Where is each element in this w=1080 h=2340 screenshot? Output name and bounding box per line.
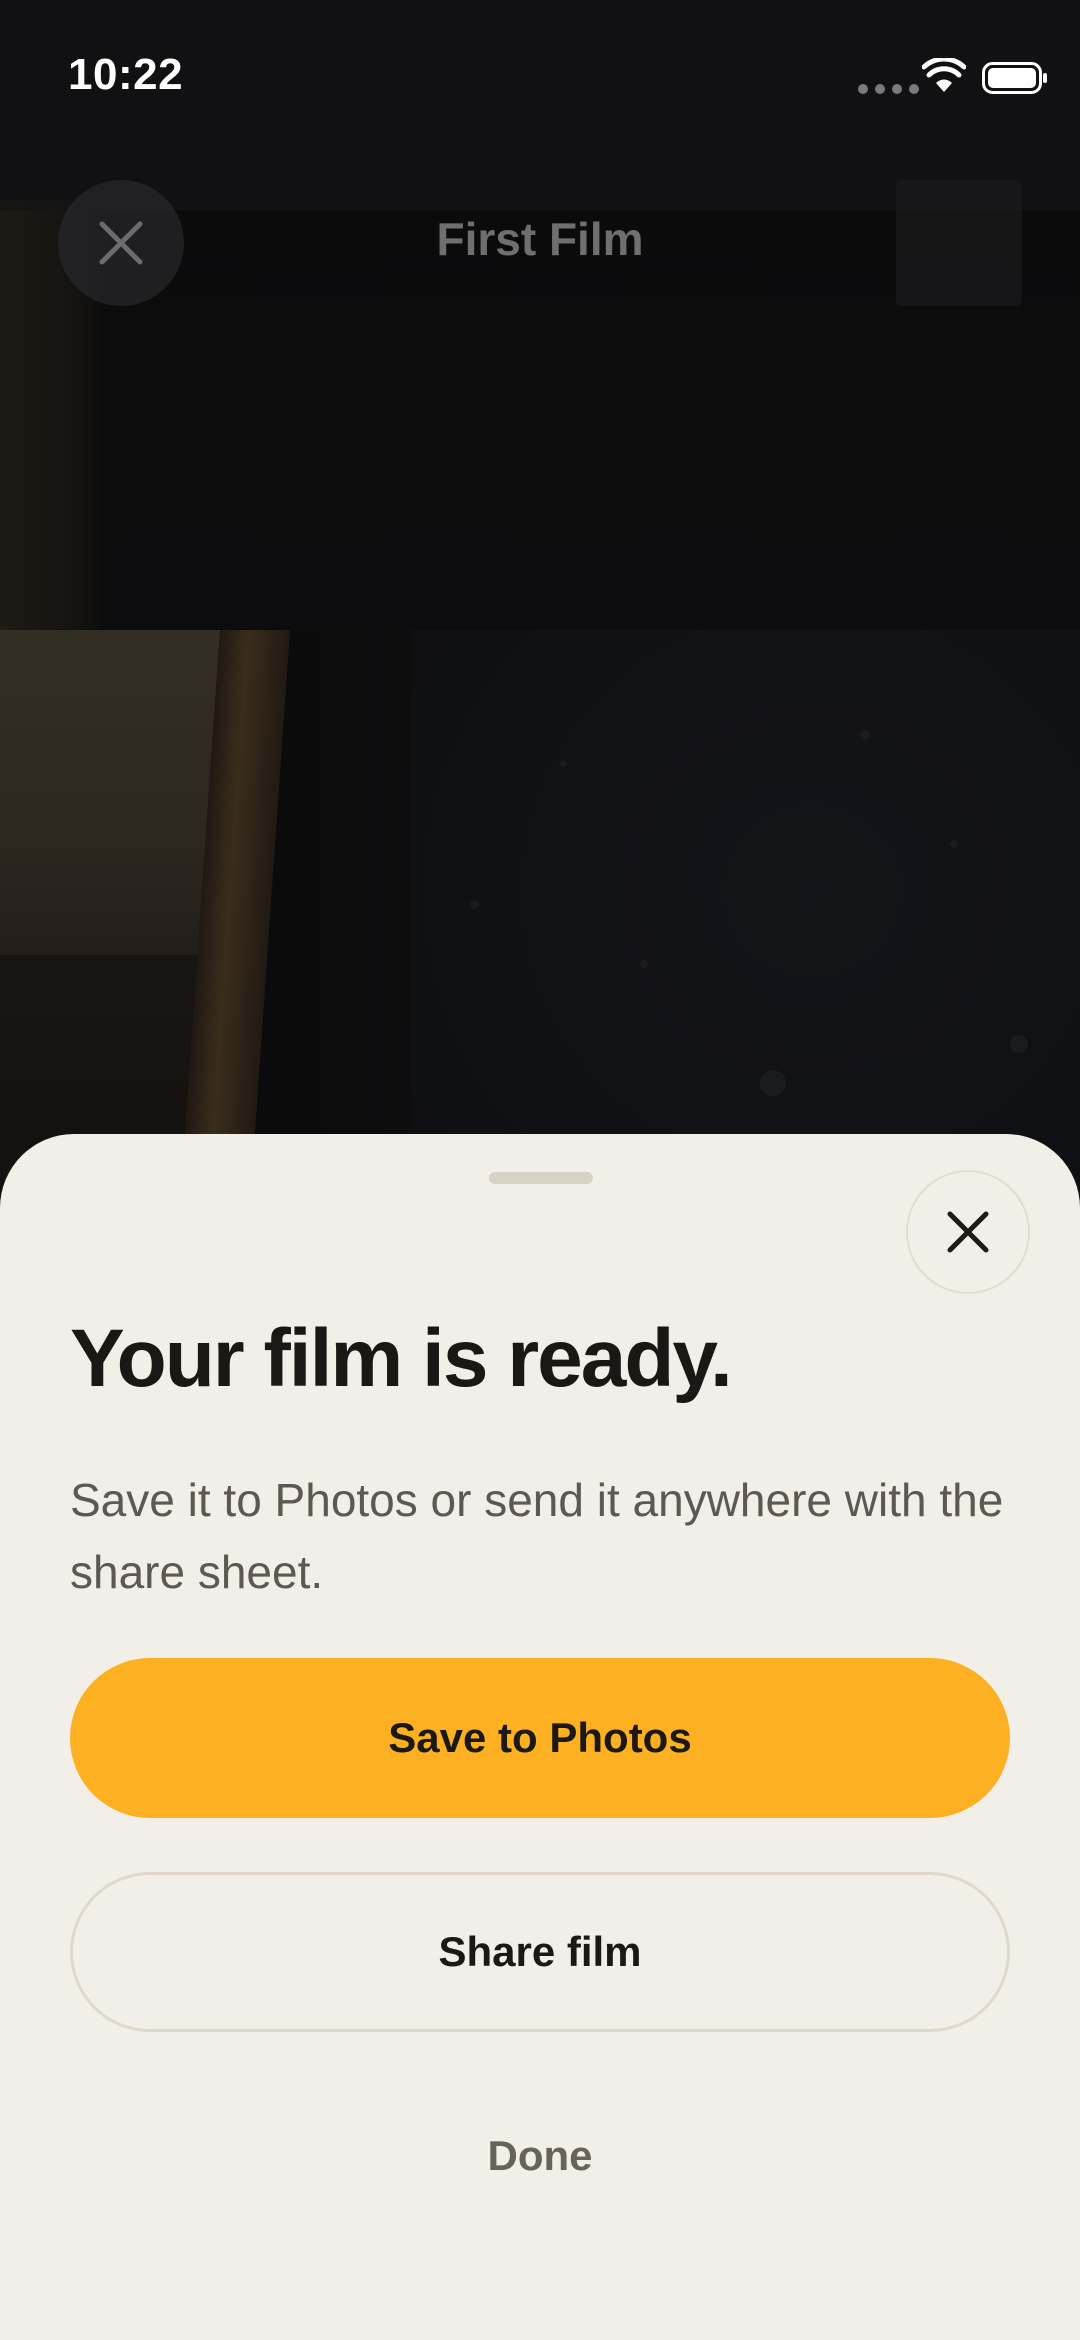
sheet-grabber[interactable] [489, 1172, 593, 1184]
status-bar: 10:22 [0, 0, 1080, 160]
cellular-dots-icon [858, 84, 919, 94]
sheet-title: Your film is ready. [70, 1313, 733, 1404]
wifi-icon [922, 58, 966, 92]
share-film-button[interactable]: Share film [70, 1872, 1010, 2032]
screen: 10:22 First Film Your film is ready. Sav… [0, 0, 1080, 2340]
done-button[interactable]: Done [70, 2106, 1010, 2206]
sheet-close-button[interactable] [906, 1170, 1030, 1294]
save-to-photos-button[interactable]: Save to Photos [70, 1658, 1010, 1818]
close-icon [947, 1211, 989, 1253]
export-sheet: Your film is ready. Save it to Photos or… [0, 1134, 1080, 2340]
share-film-label: Share film [438, 1928, 642, 1975]
save-to-photos-label: Save to Photos [388, 1714, 692, 1761]
status-time: 10:22 [68, 50, 184, 99]
done-label: Done [487, 2132, 593, 2179]
video-header-action[interactable] [896, 180, 1022, 306]
sheet-description: Save it to Photos or send it anywhere wi… [70, 1474, 1004, 1598]
battery-icon [982, 62, 1047, 94]
